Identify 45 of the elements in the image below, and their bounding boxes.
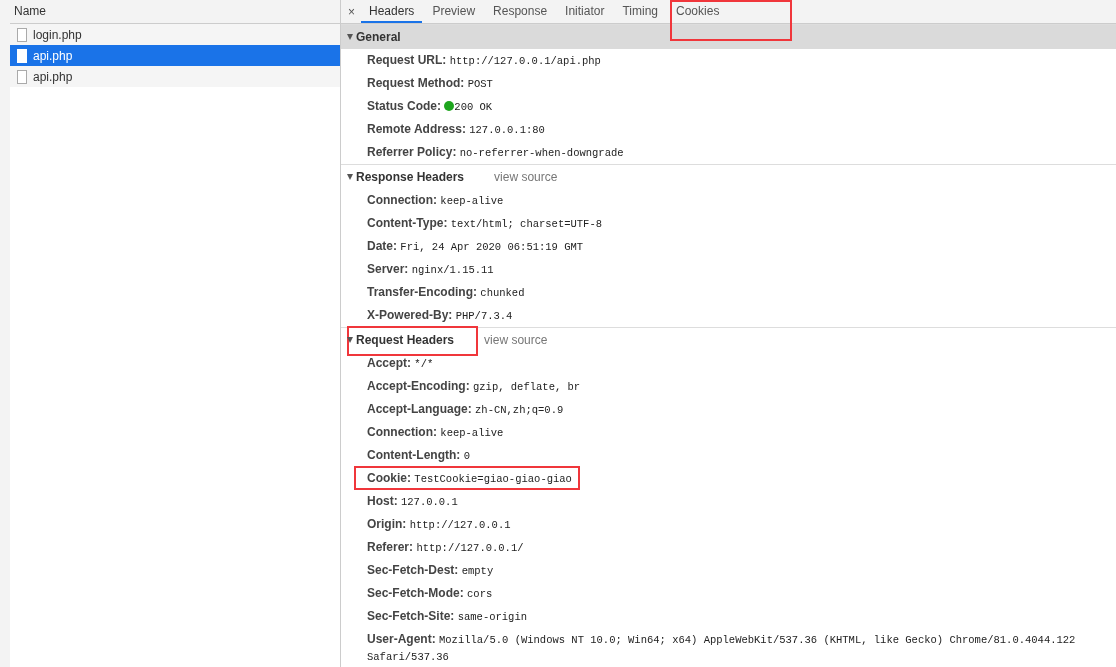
section-title: Response Headers xyxy=(356,170,465,184)
header-entry: Cookie: TestCookie=giao-giao-giao xyxy=(367,471,572,485)
tab[interactable]: Preview xyxy=(424,0,484,23)
header-entry: Remote Address: 127.0.0.1:80 xyxy=(367,122,545,136)
header-entry: Referrer Policy: no-referrer-when-downgrade xyxy=(367,145,624,159)
header-entry: Request URL: http://127.0.0.1/api.php xyxy=(367,53,601,67)
tab[interactable]: Initiator xyxy=(557,0,613,23)
tab[interactable]: Timing xyxy=(614,0,667,23)
request-item[interactable]: login.php xyxy=(10,24,340,45)
tab[interactable]: Cookies xyxy=(668,0,728,23)
view-source-link[interactable]: view source xyxy=(494,170,558,184)
header-entry: Status Code: 200 OK xyxy=(367,99,493,113)
header-entry: Content-Type: text/html; charset=UTF-8 xyxy=(367,216,602,230)
tab[interactable]: Response xyxy=(485,0,556,23)
header-entry: Request Method: POST xyxy=(367,76,493,90)
close-button[interactable]: × xyxy=(341,0,361,23)
header-entry: Sec-Fetch-Dest: empty xyxy=(367,563,494,577)
header-entry: Origin: http://127.0.0.1 xyxy=(367,517,511,531)
section-title: General xyxy=(356,30,401,44)
header-entry: Server: nginx/1.15.11 xyxy=(367,262,494,276)
header-entry: Sec-Fetch-Mode: cors xyxy=(367,586,493,600)
document-icon xyxy=(17,48,27,63)
header-entry: Content-Length: 0 xyxy=(367,448,470,462)
header-entry: Date: Fri, 24 Apr 2020 06:51:19 GMT xyxy=(367,239,584,253)
header-entry: Sec-Fetch-Site: same-origin xyxy=(367,609,527,623)
column-header[interactable]: Name xyxy=(10,0,340,24)
header-entry: User-Agent: Mozilla/5.0 (Windows NT 10.0; Win64; x64) AppleWebKit/537.36 (KHTML, like Gecko) Chrome/81.0.4044.122 Safari/537.36 xyxy=(367,632,1076,663)
section-header[interactable]: Response Headers view source xyxy=(341,164,1116,189)
header-entry: Connection: keep-alive xyxy=(367,193,504,207)
header-entry: Referer: http://127.0.0.1/ xyxy=(367,540,524,554)
document-icon xyxy=(17,69,27,84)
header-entry: Accept: */* xyxy=(367,356,434,370)
request-item[interactable]: api.php xyxy=(10,66,340,87)
section-header[interactable]: Request Headers view source xyxy=(341,327,1116,352)
view-source-link[interactable]: view source xyxy=(484,333,548,347)
header-entry: X-Powered-By: PHP/7.3.4 xyxy=(367,308,513,322)
header-entry: Host: 127.0.0.1 xyxy=(367,494,458,508)
document-icon xyxy=(17,27,27,42)
section-header[interactable]: General xyxy=(341,24,1116,49)
header-entry: Accept-Language: zh-CN,zh;q=0.9 xyxy=(367,402,564,416)
section-title: Request Headers xyxy=(356,333,455,347)
request-item[interactable]: api.php xyxy=(10,45,340,66)
header-entry: Transfer-Encoding: chunked xyxy=(367,285,525,299)
header-entry: Connection: keep-alive xyxy=(367,425,504,439)
header-entry: Accept-Encoding: gzip, deflate, br xyxy=(367,379,581,393)
